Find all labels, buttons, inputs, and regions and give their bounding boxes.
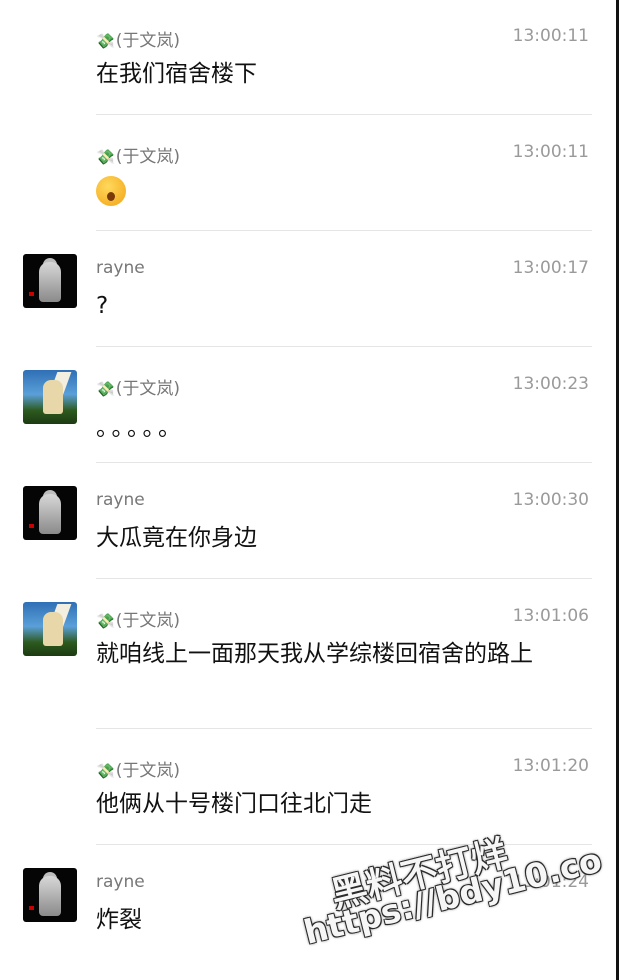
message-item[interactable]: 💸(于文岚) 13:01:06 就咱线上一面那天我从学综楼回宿舍的路上 [0,580,616,730]
avatar[interactable] [23,868,77,922]
message-item[interactable]: 💸(于文岚) 13:00:11 在我们宿舍楼下 [0,0,616,116]
divider [96,346,592,347]
divider [96,462,592,463]
message-item[interactable]: rayne 13:00:17 ? [0,232,616,348]
avatar[interactable] [23,370,77,424]
message-time: 13:01:06 [512,606,589,626]
money-icon: 💸 [96,612,115,630]
avatar[interactable] [23,254,77,308]
message-text: ? [96,293,109,319]
money-icon: 💸 [96,762,115,780]
divider [96,578,592,579]
message-time: 13:00:11 [512,26,589,46]
sender-name: rayne [96,872,145,892]
divider [96,728,592,729]
message-item[interactable]: 💸(于文岚) 13:00:23 。。。。。 [0,348,616,464]
sender-name: 💸(于文岚) [96,147,180,167]
message-time: 13:00:30 [512,490,589,510]
hushed-face-emoji [96,175,126,206]
sender-name: rayne [96,490,145,510]
divider [96,114,592,115]
sender-name: 💸(于文岚) [96,761,180,781]
sender-name: 💸(于文岚) [96,611,180,631]
money-icon: 💸 [96,380,115,398]
avatar[interactable] [23,486,77,540]
message-item[interactable]: 💸(于文岚) 13:00:11 [0,116,616,232]
divider [96,844,592,845]
sender-name: 💸(于文岚) [96,31,180,51]
message-text: 他俩从十号楼门口往北门走 [96,791,372,817]
money-icon: 💸 [96,32,115,50]
message-time: 13:00:11 [512,142,589,162]
message-time: 13:00:23 [512,374,589,394]
sender-name: rayne [96,258,145,278]
message-text [96,174,576,207]
message-item[interactable]: 💸(于文岚) 13:01:20 他俩从十号楼门口往北门走 [0,730,616,846]
sender-name: 💸(于文岚) [96,379,180,399]
message-text: 。。。。。 [96,415,185,441]
divider [96,230,592,231]
avatar[interactable] [23,602,77,656]
message-text: 就咱线上一面那天我从学综楼回宿舍的路上 [96,641,533,667]
money-icon: 💸 [96,148,115,166]
message-item[interactable]: rayne 13:00:30 大瓜竟在你身边 [0,464,616,580]
message-text: 大瓜竟在你身边 [96,525,257,551]
message-time: 13:00:17 [512,258,589,278]
message-time: 13:01:20 [512,756,589,776]
message-text: 在我们宿舍楼下 [96,61,257,87]
